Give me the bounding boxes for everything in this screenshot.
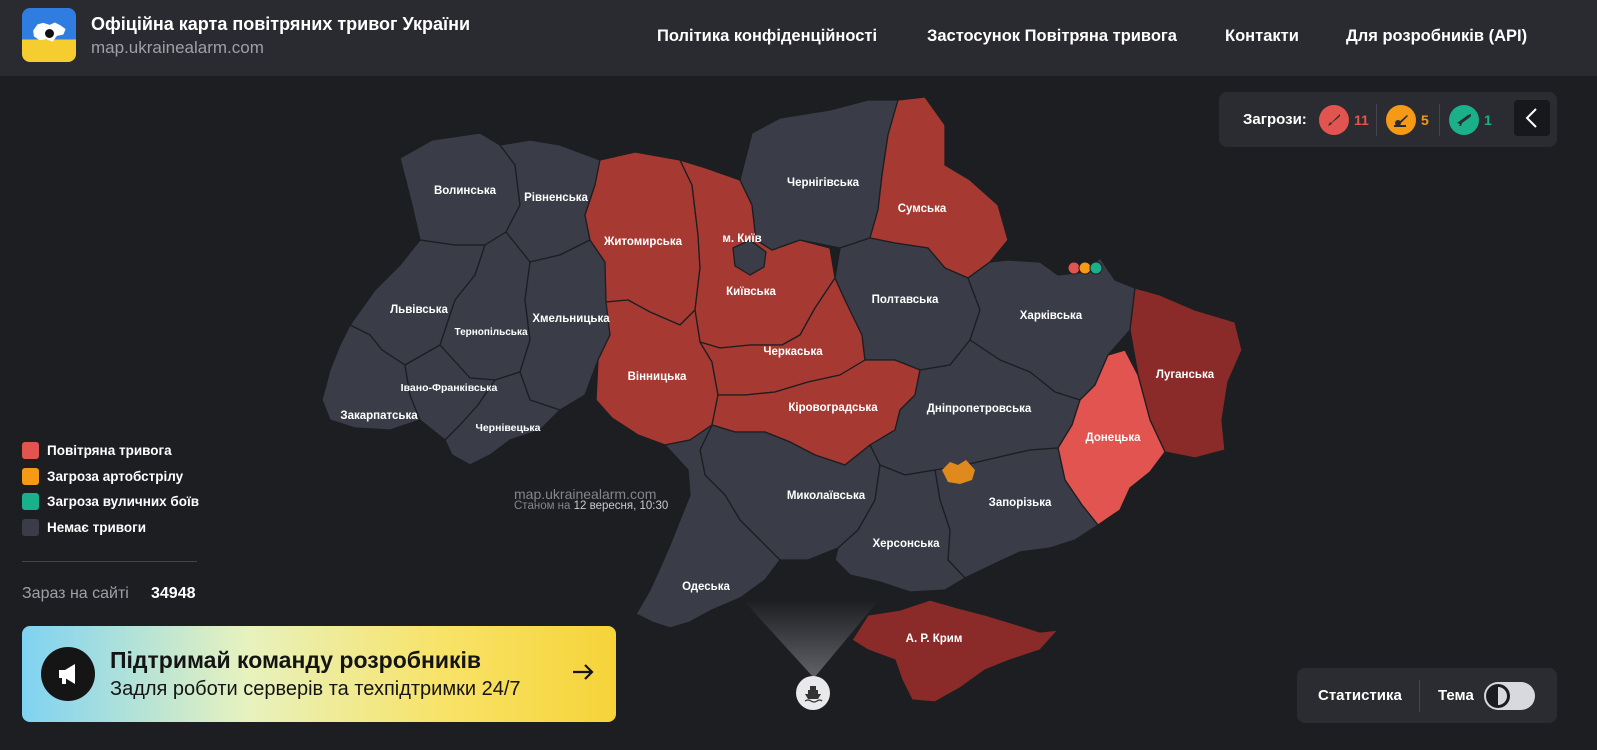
region-label-lvivska: Львівська bbox=[390, 304, 448, 316]
legend-label: Немає тривоги bbox=[47, 519, 147, 535]
theme-label: Тема bbox=[1438, 687, 1474, 704]
region-label-kharkivska: Харківська bbox=[1020, 310, 1083, 322]
region-label-chernivetska: Чернівецька bbox=[475, 422, 540, 434]
region-label-zhytomyrska: Житомирська bbox=[603, 236, 683, 248]
region-label-mykolaivska: Миколаївська bbox=[787, 490, 866, 502]
chevron-left-icon bbox=[1525, 108, 1537, 128]
theme-toggle[interactable] bbox=[1484, 682, 1535, 710]
banner-subtitle: Задля роботи серверів та техпідтримки 24… bbox=[110, 678, 521, 700]
legend-label: Загроза вуличних боїв bbox=[47, 494, 200, 509]
region-label-ivano-frankivska: Івано-Франківська bbox=[401, 382, 498, 394]
theme-contrast-icon bbox=[1486, 684, 1510, 708]
support-developers-banner[interactable]: Підтримай команду розробників Задля робо… bbox=[22, 626, 616, 722]
legend-swatch bbox=[22, 442, 39, 459]
collapse-panel-button[interactable] bbox=[1514, 100, 1550, 136]
legend-swatch bbox=[22, 467, 39, 485]
threats-label: Загрози: bbox=[1243, 111, 1307, 128]
statistics-button[interactable]: Статистика bbox=[1318, 687, 1402, 704]
legend-label: Загроза артобстрілу bbox=[47, 468, 184, 484]
legend-swatch bbox=[22, 493, 39, 510]
controls-divider bbox=[1419, 680, 1420, 712]
timestamp-value: 12 вересня, 10:30 bbox=[573, 500, 669, 512]
ship-icon[interactable] bbox=[796, 676, 830, 710]
region-label-sumska: Сумська bbox=[898, 203, 947, 215]
region-crimea[interactable] bbox=[851, 599, 1059, 703]
region-label-donetska: Донецька bbox=[1086, 432, 1142, 444]
rifle-count: 1 bbox=[1484, 112, 1492, 128]
region-label-dnipropetrovska: Дніпропетровська bbox=[927, 403, 1032, 415]
region-label-odeska: Одеська bbox=[682, 581, 730, 593]
arrow-right-icon bbox=[573, 664, 594, 680]
region-label-chernihivska: Чернігівська bbox=[787, 177, 860, 189]
region-label-khmelnytska: Хмельницька bbox=[532, 313, 610, 325]
region-label-kirovohradska: Кіровоградська bbox=[788, 402, 878, 414]
rifle-icon[interactable] bbox=[1449, 105, 1479, 135]
timestamp-prefix: Станом на bbox=[514, 500, 571, 512]
region-label-crimea: А. Р. Крим bbox=[906, 633, 963, 645]
region-label-cherkaska: Черкаська bbox=[763, 346, 823, 358]
region-label-poltavska: Полтавська bbox=[872, 294, 939, 306]
missile-count: 11 bbox=[1354, 112, 1369, 128]
map-controls: Статистика Тема bbox=[1297, 668, 1557, 723]
region-label-volynska: Волинська bbox=[434, 185, 497, 197]
region-label-zaporizka: Запорізька bbox=[989, 497, 1052, 509]
threat-markers-kharkiv[interactable] bbox=[1067, 261, 1103, 275]
region-label-kyiv-city: м. Київ bbox=[722, 233, 761, 245]
region-label-vinnytska: Вінницька bbox=[628, 371, 687, 383]
artillery-icon[interactable] bbox=[1386, 105, 1416, 135]
region-label-rivnenska: Рівненська bbox=[524, 192, 588, 204]
online-users-label: Зараз на сайті bbox=[22, 585, 129, 602]
threats-panel: Загрози: 11 5 1 bbox=[1219, 92, 1557, 147]
region-label-luhanska: Луганська bbox=[1156, 369, 1215, 381]
threats-divider bbox=[1376, 104, 1377, 136]
region-label-zakarpatska: Закарпатська bbox=[340, 410, 418, 422]
region-label-khersonska: Херсонська bbox=[872, 538, 940, 550]
region-label-ternopilska: Тернопільська bbox=[454, 327, 527, 338]
legend-label: Повітряна тривога bbox=[47, 443, 172, 458]
legend-divider bbox=[22, 561, 197, 562]
threats-divider bbox=[1439, 104, 1440, 136]
megaphone-icon bbox=[41, 647, 95, 701]
banner-title: Підтримай команду розробників bbox=[110, 647, 482, 673]
artillery-count: 5 bbox=[1421, 112, 1429, 128]
legend-swatch bbox=[22, 518, 39, 536]
online-users-count: 34948 bbox=[151, 585, 196, 602]
missile-icon[interactable] bbox=[1319, 105, 1349, 135]
region-label-kyivska: Київська bbox=[726, 286, 776, 298]
map-timestamp: Станом на 12 вересня, 10:30 bbox=[514, 500, 668, 512]
